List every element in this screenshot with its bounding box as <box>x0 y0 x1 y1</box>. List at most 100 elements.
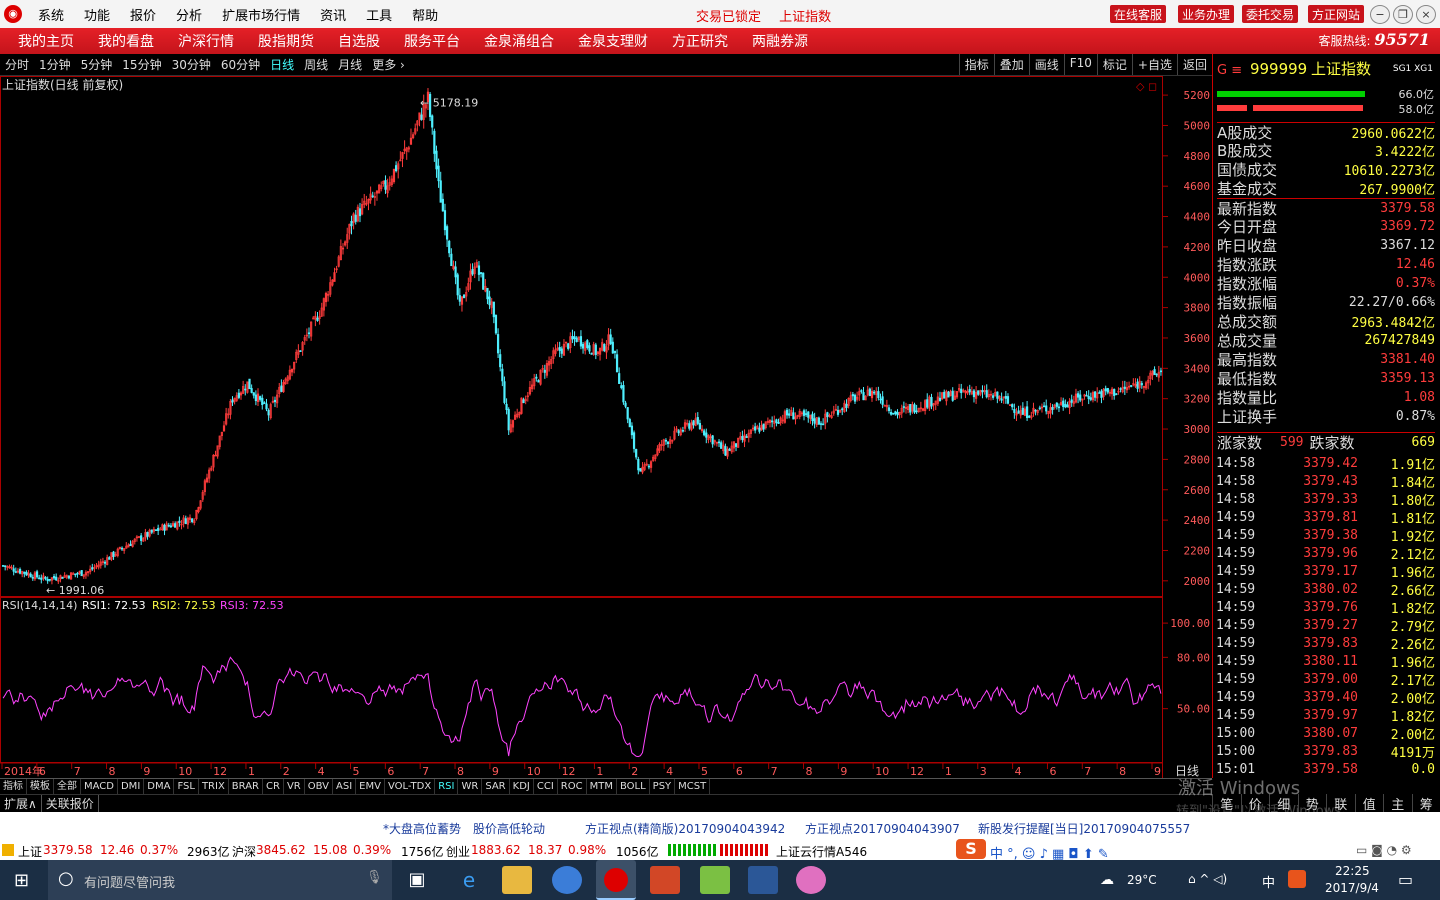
ime-indicator[interactable]: 中 <box>1262 872 1275 891</box>
indicator-tab[interactable]: CR <box>263 779 284 794</box>
chart-tool-button[interactable]: 标记 <box>1096 54 1132 75</box>
quote-tab[interactable]: 筹 <box>1411 794 1440 813</box>
chart-tool-button[interactable]: 指标 <box>958 54 994 75</box>
cortana-search[interactable]: ○ 有问题尽管问我 🎙 <box>48 860 392 900</box>
ext-tab[interactable]: 扩展∧ <box>0 795 42 812</box>
period-tab[interactable]: 15分钟 <box>117 56 166 73</box>
kline-chart[interactable]: 5200 5000 4800 4600 4400 4200 4000 3800 3600 3400… <box>0 76 1212 778</box>
ie-icon[interactable] <box>552 866 582 894</box>
quote-tab[interactable]: 值 <box>1354 794 1384 813</box>
mic-icon[interactable]: 🎙 <box>366 870 383 885</box>
sogou-tray-icon[interactable] <box>1288 870 1306 888</box>
indicator-tab[interactable]: BRAR <box>229 779 263 794</box>
store-icon[interactable]: ▣ <box>402 866 432 894</box>
website-button[interactable]: 方正网站 <box>1308 5 1365 23</box>
nav-item[interactable]: 金泉涌组合 <box>472 31 566 51</box>
period-tab[interactable]: 30分钟 <box>167 56 216 73</box>
nav-item[interactable]: 我的看盘 <box>86 31 166 51</box>
indicator-tab[interactable]: TRIX <box>199 779 229 794</box>
chart-tool-button[interactable]: 画线 <box>1028 54 1064 75</box>
indicator-tab[interactable]: PSY <box>650 779 676 794</box>
chart-tool-button[interactable]: 叠加 <box>993 54 1029 75</box>
menu-item[interactable]: 扩展市场行情 <box>212 5 310 24</box>
period-tab[interactable]: 周线 <box>299 56 333 73</box>
indicator-tab[interactable]: 模板 <box>27 779 54 794</box>
menu-item[interactable]: 系统 <box>28 5 74 24</box>
period-tab[interactable]: 更多 › <box>367 56 410 73</box>
menu-item[interactable]: 分析 <box>166 5 212 24</box>
weather-icon[interactable]: ☁ <box>1100 872 1114 888</box>
chart-tool-button[interactable]: F10 <box>1063 54 1097 75</box>
indicator-tab[interactable]: CCI <box>534 779 558 794</box>
indicator-tab[interactable]: 指标 <box>0 779 27 794</box>
period-tab[interactable]: 日线 <box>265 56 299 73</box>
indicator-tab[interactable]: 全部 <box>54 779 81 794</box>
indicator-tab[interactable]: RSI <box>435 779 459 794</box>
nav-item[interactable]: 金泉支理财 <box>566 31 660 51</box>
clock-time[interactable]: 22:25 <box>1335 864 1370 878</box>
sogou-ime-icon[interactable]: S <box>956 839 986 859</box>
explorer-icon[interactable] <box>502 866 532 894</box>
indicator-tab[interactable]: MCST <box>675 779 711 794</box>
indicator-tab[interactable]: BOLL <box>617 779 650 794</box>
tray-tools-icon[interactable]: ▭ ◙ ◔ ⚙ <box>1356 843 1412 857</box>
indicator-tab[interactable]: FSL <box>174 779 199 794</box>
edge-icon[interactable]: e <box>454 866 484 894</box>
news-item[interactable]: 股价高低轮动 <box>473 820 545 837</box>
nav-item[interactable]: 方正研究 <box>660 31 740 51</box>
nav-item[interactable]: 股指期货 <box>246 31 326 51</box>
indicator-tab[interactable]: KDJ <box>510 779 534 794</box>
nav-item[interactable]: 沪深行情 <box>166 31 246 51</box>
news-item[interactable]: 方正视点(精简版)20170904043942 <box>585 820 785 837</box>
nav-item[interactable]: 服务平台 <box>392 31 472 51</box>
close-icon[interactable]: × <box>1416 5 1436 24</box>
indicator-tab[interactable]: ASI <box>333 779 357 794</box>
trade-button[interactable]: 委托交易 <box>1242 5 1299 23</box>
minimize-icon[interactable]: − <box>1370 5 1390 24</box>
news-item[interactable]: 新股发行提醒[当日]20170904075557 <box>978 820 1190 837</box>
period-tab[interactable]: 5分钟 <box>76 56 118 73</box>
period-tab[interactable]: 月线 <box>333 56 367 73</box>
word-icon[interactable] <box>748 866 778 894</box>
fangzheng-app-icon[interactable] <box>596 860 636 900</box>
indicator-tab[interactable]: ROC <box>558 779 587 794</box>
news-item[interactable]: *大盘高位蓄势 <box>383 820 461 837</box>
chart-tool-button[interactable]: 返回 <box>1176 54 1212 75</box>
quote-tab[interactable]: 主 <box>1383 794 1412 813</box>
menu-item[interactable]: 工具 <box>356 5 402 24</box>
business-button[interactable]: 业务办理 <box>1178 5 1235 23</box>
period-tab[interactable]: 1分钟 <box>34 56 76 73</box>
indicator-tab[interactable]: OBV <box>305 779 333 794</box>
kline-chart-area[interactable]: 5200 5000 4800 4600 4400 4200 4000 3800 3600 3400… <box>0 76 1212 778</box>
menu-item[interactable]: 功能 <box>74 5 120 24</box>
menu-item[interactable]: 报价 <box>120 5 166 24</box>
news-item[interactable]: 方正视点20170904043907 <box>805 820 960 837</box>
nav-item[interactable]: 两融券源 <box>740 31 820 51</box>
indicator-tab[interactable]: DMI <box>118 779 145 794</box>
browser-app-icon[interactable] <box>796 866 826 894</box>
nav-item[interactable]: 我的主页 <box>0 31 86 51</box>
powerpoint-icon[interactable] <box>650 866 680 894</box>
menu-item[interactable]: 帮助 <box>402 5 448 24</box>
clock-date[interactable]: 2017/9/4 <box>1325 881 1379 895</box>
indicator-tab[interactable]: EMV <box>356 779 385 794</box>
menu-item[interactable]: 资讯 <box>310 5 356 24</box>
start-icon[interactable]: ⊞ <box>14 870 29 891</box>
indicator-tab[interactable]: SAR <box>482 779 510 794</box>
indicator-tab[interactable]: WR <box>458 779 483 794</box>
chart-tool-button[interactable]: +自选 <box>1131 54 1177 75</box>
period-tab[interactable]: 60分钟 <box>216 56 265 73</box>
period-tab[interactable]: 分时 <box>0 56 34 73</box>
indicator-tab[interactable]: MTM <box>587 779 617 794</box>
indicator-tab[interactable]: VR <box>284 779 305 794</box>
notification-icon[interactable]: ▭ <box>1398 870 1413 889</box>
indicator-tab[interactable]: VOL-TDX <box>385 779 436 794</box>
nav-item[interactable]: 自选股 <box>326 31 392 51</box>
ext-tab[interactable]: 关联报价 <box>42 795 99 812</box>
indicator-tab[interactable]: DMA <box>144 779 175 794</box>
tray-icons[interactable]: ⌂ ^ ◁) <box>1188 872 1227 886</box>
cloud-quote[interactable]: 上证云行情A546 <box>776 843 867 860</box>
online-service-button[interactable]: 在线客服 <box>1110 5 1167 23</box>
notes-app-icon[interactable] <box>700 866 730 894</box>
indicator-tab[interactable]: MACD <box>81 779 118 794</box>
